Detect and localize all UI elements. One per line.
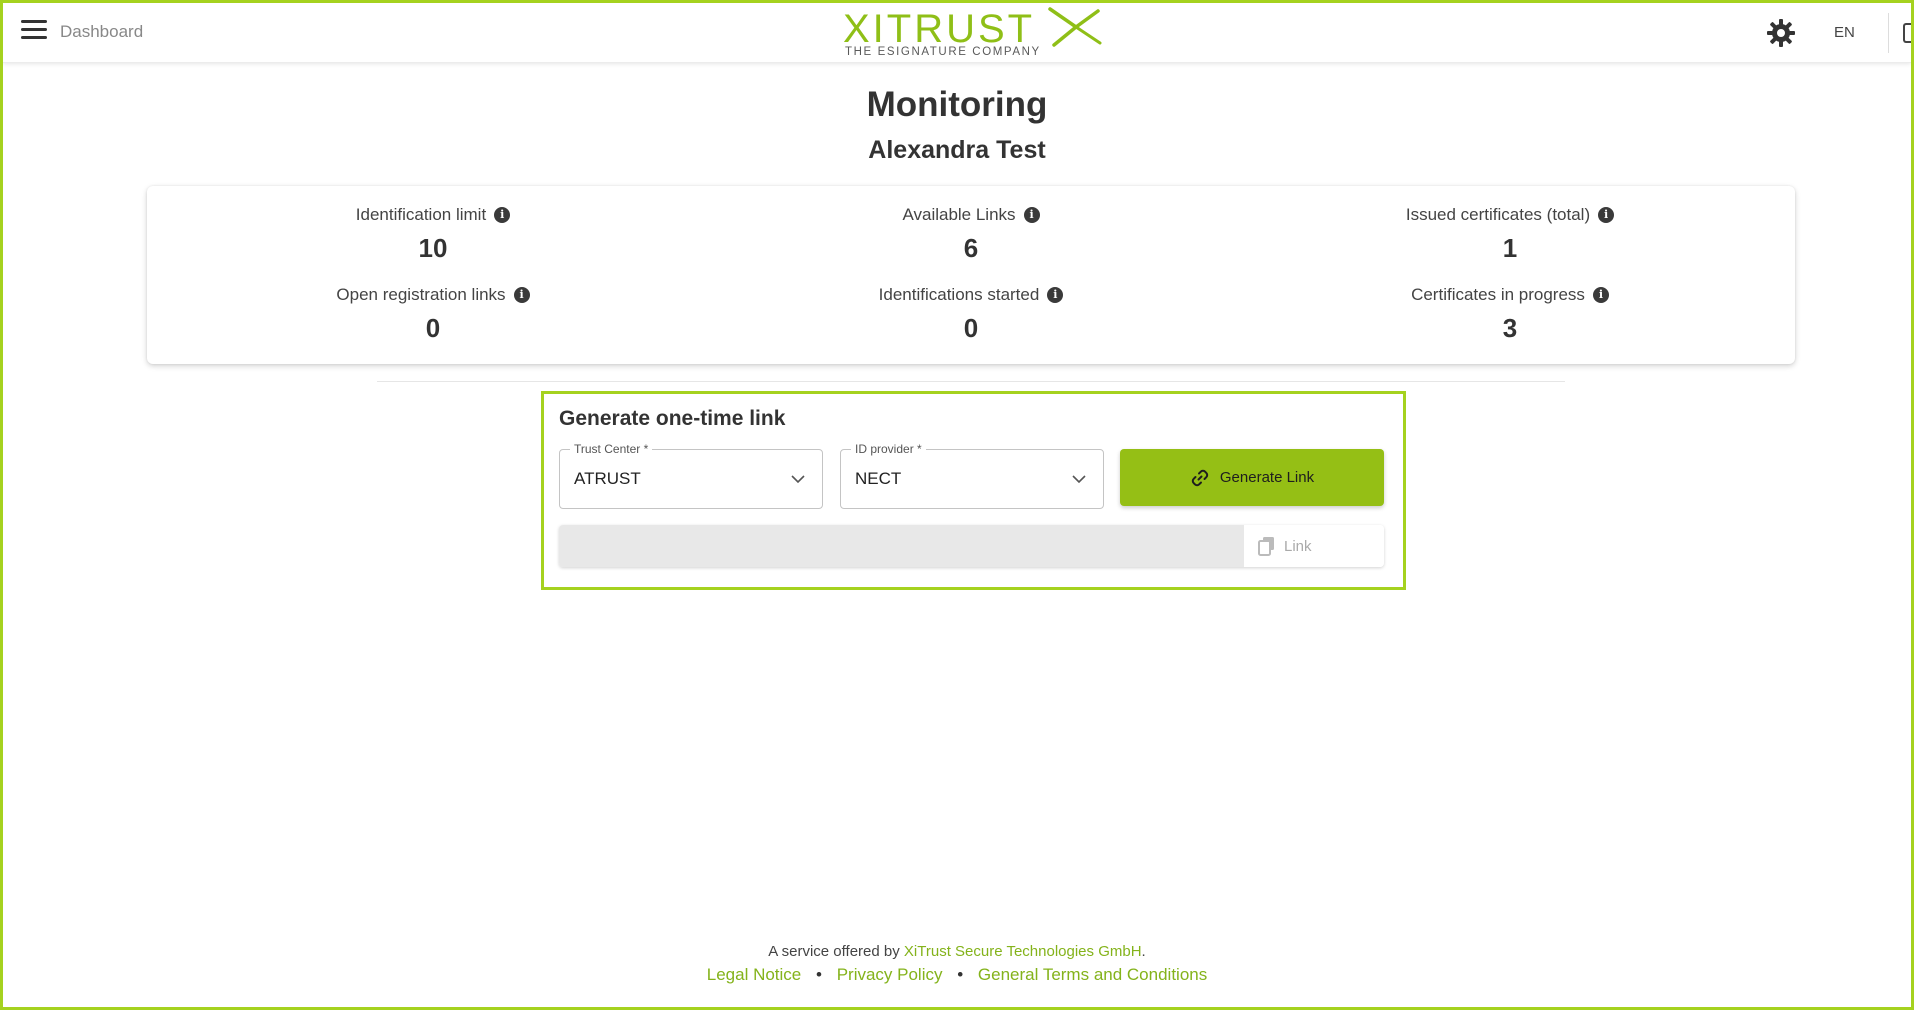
- section-divider: [377, 381, 1565, 382]
- stat-identification-limit: Identification limit i 10: [233, 205, 633, 264]
- info-icon[interactable]: i: [1592, 287, 1609, 303]
- xitrust-logo[interactable]: XITRUST THE ESIGNATURE COMPANY: [841, 3, 1107, 63]
- stat-certificates-in-progress: Certificates in progress i 3: [1310, 285, 1710, 344]
- page-title: Monitoring: [866, 85, 1048, 124]
- link-output-row: Link: [559, 525, 1384, 567]
- generate-link-panel: Generate one-time link Trust Center * AT…: [541, 391, 1406, 590]
- stat-label: Issued certificates (total): [1405, 205, 1591, 224]
- generate-link-label: Generate Link: [1219, 469, 1315, 486]
- stat-open-registration-links: Open registration links i 0: [233, 285, 633, 344]
- stat-value: 0: [963, 313, 979, 343]
- copy-icon: [1258, 537, 1274, 556]
- footer-separator: •: [816, 965, 822, 984]
- trust-center-select[interactable]: Trust Center * ATRUST: [559, 442, 823, 509]
- trust-center-value: ATRUST: [574, 469, 641, 488]
- link-output-field[interactable]: [559, 525, 1244, 567]
- logo-swoosh-icon: [1048, 7, 1102, 47]
- legal-notice-link[interactable]: Legal Notice: [707, 965, 802, 984]
- trust-center-label: Trust Center *: [570, 442, 653, 456]
- stat-label: Identification limit: [355, 205, 487, 224]
- link-icon: [1191, 469, 1209, 486]
- info-icon[interactable]: i: [1047, 287, 1064, 303]
- stat-value: 3: [1502, 313, 1518, 343]
- stat-label: Identifications started: [878, 285, 1040, 304]
- info-icon[interactable]: i: [513, 287, 530, 303]
- logout-icon[interactable]: [1903, 23, 1913, 43]
- menu-icon[interactable]: [21, 20, 47, 44]
- privacy-policy-link[interactable]: Privacy Policy: [837, 965, 943, 984]
- stat-value: 0: [425, 313, 441, 343]
- logo-wordmark: XITRUST: [843, 7, 1036, 51]
- language-selector[interactable]: EN: [1834, 24, 1855, 41]
- footer-service: A service offered by XiTrust Secure Tech…: [0, 943, 1914, 960]
- footer-links: Legal Notice • Privacy Policy • General …: [0, 965, 1914, 985]
- info-icon[interactable]: i: [1598, 207, 1615, 223]
- terms-link[interactable]: General Terms and Conditions: [978, 965, 1207, 984]
- footer-service-prefix: A service offered by: [768, 943, 900, 960]
- info-icon[interactable]: i: [494, 207, 511, 223]
- stat-label: Certificates in progress: [1411, 285, 1585, 304]
- breadcrumb[interactable]: Dashboard: [60, 22, 143, 42]
- page-subtitle: Alexandra Test: [868, 136, 1046, 164]
- company-link[interactable]: XiTrust Secure Technologies GmbH: [904, 943, 1142, 960]
- footer-period: .: [1141, 943, 1146, 960]
- chevron-down-icon: [791, 475, 805, 484]
- logo-tagline: THE ESIGNATURE COMPANY: [845, 46, 1041, 58]
- chevron-down-icon: [1072, 475, 1086, 484]
- info-icon[interactable]: i: [1023, 207, 1040, 223]
- id-provider-value: NECT: [855, 469, 902, 488]
- footer-separator: •: [957, 965, 964, 984]
- stat-issued-certificates: Issued certificates (total) i 1: [1310, 205, 1710, 264]
- stat-label: Available Links: [902, 205, 1016, 224]
- stat-label: Open registration links: [336, 285, 506, 304]
- copy-link-label: Link: [1284, 537, 1312, 555]
- stat-identifications-started: Identifications started i 0: [771, 285, 1171, 344]
- copy-link-button[interactable]: Link: [1244, 525, 1384, 567]
- top-bar: Dashboard XITRUST THE ESIGNATURE COMPANY…: [3, 3, 1913, 63]
- stat-value: 10: [418, 233, 448, 263]
- stat-value: 6: [963, 233, 979, 263]
- id-provider-label: ID provider *: [851, 442, 926, 456]
- settings-gear-icon[interactable]: [1765, 17, 1797, 49]
- id-provider-select[interactable]: ID provider * NECT: [840, 442, 1104, 509]
- panel-title: Generate one-time link: [559, 407, 786, 430]
- stats-card: Identification limit i 10 Available Links…: [147, 186, 1795, 364]
- stat-available-links: Available Links i 6: [771, 205, 1171, 264]
- generate-link-button[interactable]: Generate Link: [1120, 449, 1384, 506]
- header-divider: [1888, 13, 1889, 53]
- stat-value: 1: [1502, 233, 1518, 263]
